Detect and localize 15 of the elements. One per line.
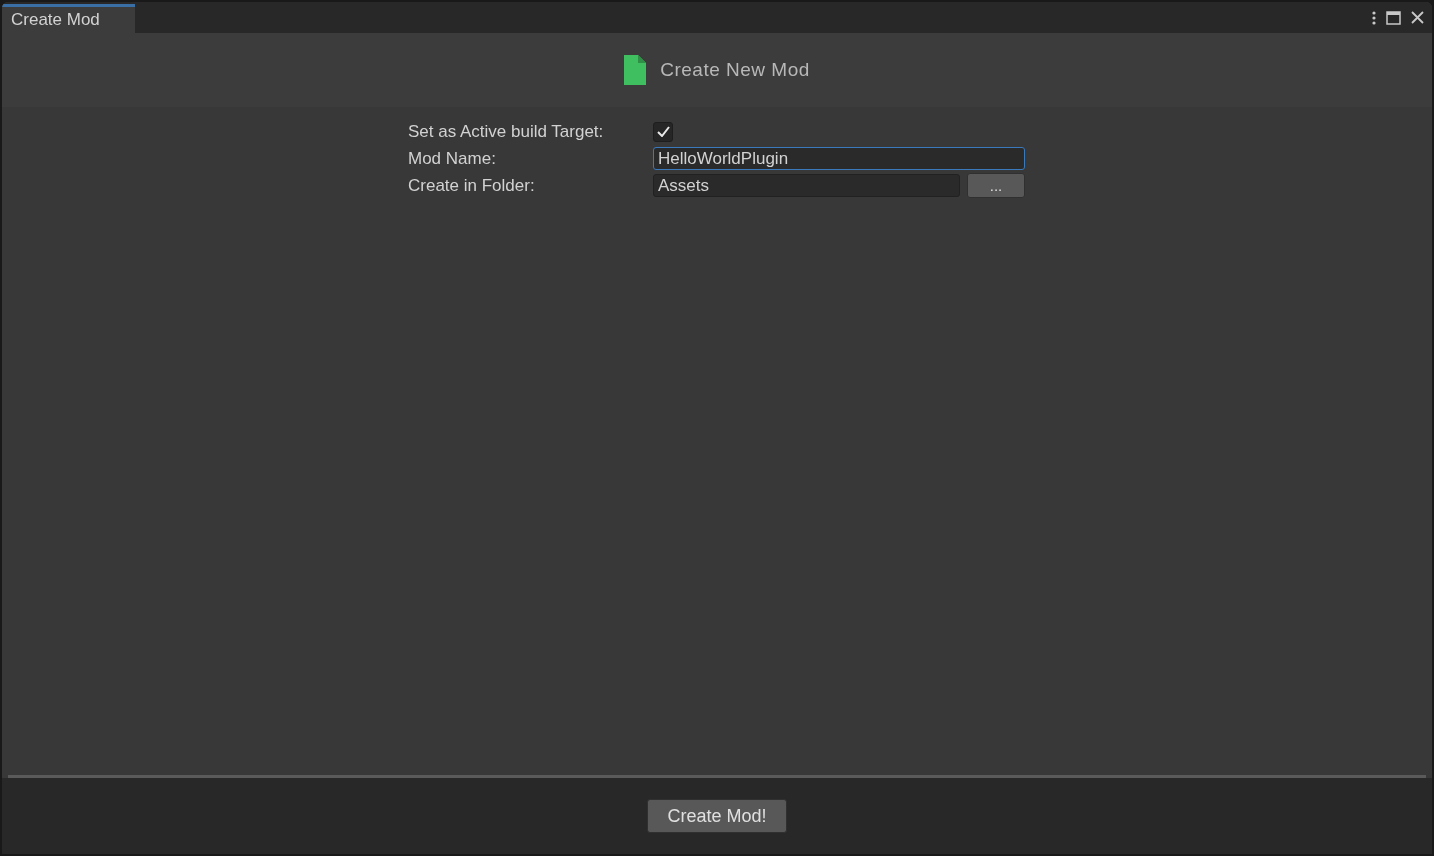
field-label: Create in Folder: [408,174,536,197]
header-title: Create New Mod [660,57,810,82]
field-label: Mod Name: [408,147,497,170]
create-mod-button[interactable]: Create Mod! [647,799,787,833]
checkmark-icon [656,126,670,137]
text-field[interactable]: Assets [653,174,960,197]
field-label: Set as Active build Target: [408,120,605,143]
text-field[interactable]: HelloWorldPlugin [653,147,1025,170]
maximize-icon[interactable] [1386,10,1401,25]
document-icon [624,55,647,85]
more-options-icon[interactable] [1372,10,1376,25]
checkbox[interactable] [653,121,673,142]
window-tab[interactable]: Create Mod [2,4,135,33]
close-icon[interactable] [1411,11,1424,24]
browse-button[interactable]: ... [967,173,1025,198]
